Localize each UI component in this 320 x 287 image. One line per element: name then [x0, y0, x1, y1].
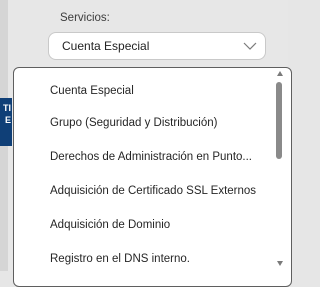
- option-certificado-ssl[interactable]: Adquisición de Certificado SSL Externos: [50, 184, 256, 198]
- servicios-select[interactable]: Cuenta Especial: [48, 32, 266, 60]
- options-dropdown[interactable]: Cuenta Especial Grupo (Seguridad y Distr…: [13, 67, 292, 287]
- option-adquisicion-dominio[interactable]: Adquisición de Dominio: [50, 218, 170, 232]
- option-cuenta-especial[interactable]: Cuenta Especial: [50, 84, 134, 98]
- background-accent-block: TI E: [0, 98, 12, 146]
- option-registro-dns[interactable]: Registro en el DNS interno.: [50, 252, 190, 266]
- accent-fragment-2: E: [4, 115, 11, 125]
- select-value: Cuenta Especial: [62, 39, 150, 53]
- option-derechos-administracion[interactable]: Derechos de Administración en Punto...: [50, 150, 252, 164]
- scroll-down-arrow-icon[interactable]: [277, 261, 283, 266]
- scroll-thumb[interactable]: [276, 82, 282, 159]
- chevron-down-icon[interactable]: [235, 33, 265, 59]
- accent-fragment-1: TI: [3, 103, 11, 113]
- option-grupo[interactable]: Grupo (Seguridad y Distribución): [50, 116, 217, 130]
- dropdown-scrollbar[interactable]: [273, 67, 287, 271]
- scroll-up-arrow-icon[interactable]: [277, 71, 283, 76]
- servicios-label: Servicios:: [60, 12, 110, 24]
